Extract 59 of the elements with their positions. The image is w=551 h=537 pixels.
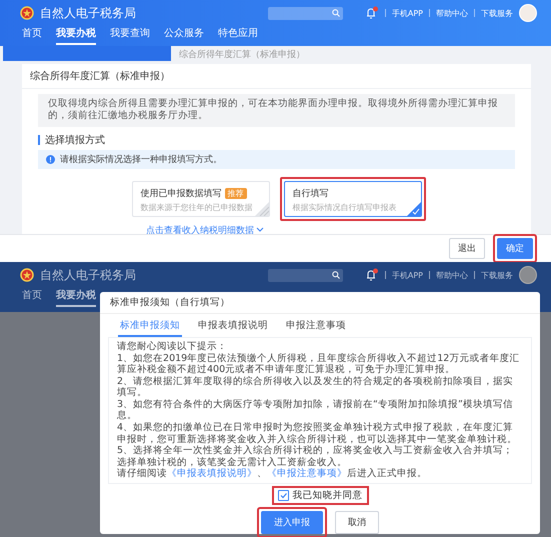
notification-bell-icon[interactable] (364, 6, 379, 20)
notice-text: 仅取得境内综合所得且需要办理汇算申报的，可在本功能界面办理申报。取得境外所得需办理汇算申报的，须前往汇缴地办税服务厅办理。 (38, 94, 515, 127)
section-title: 选择填报方式 (45, 134, 105, 147)
header-link[interactable]: 手机APP (392, 270, 423, 280)
confirm-button[interactable]: 确定 (497, 238, 533, 259)
search-field[interactable] (268, 268, 343, 282)
search-icon (332, 271, 340, 279)
agree-checkbox[interactable]: 我已知晓并同意 (272, 486, 368, 505)
nav-tab[interactable]: 特色应用 (218, 26, 258, 45)
option-card[interactable]: 自行填写 根据实际情况自行填写申报表 (284, 180, 422, 217)
info-text: 请根据实际情况选择一种申报填写方式。 (60, 154, 222, 166)
option-title: 自行填写 (292, 188, 328, 200)
selected-check-icon (406, 202, 420, 216)
dialog-tab[interactable]: 申报注意事项 (284, 317, 348, 337)
recommend-badge: 推荐 (224, 188, 246, 199)
document-link[interactable]: 《申报表填报说明》 (167, 468, 257, 480)
nav-tab[interactable]: 我要办税 (56, 288, 96, 307)
header-link[interactable]: 下载服务 (481, 270, 513, 280)
secondary-button[interactable]: 退出 (449, 238, 485, 259)
user-avatar[interactable] (519, 266, 537, 284)
dialog-title: 标准申报须知（自行填写） (100, 292, 540, 314)
emblem-logo-icon (20, 6, 34, 20)
notice-item: 3、如您有符合条件的大病医疗等专项附加扣除，请报前在“专项附加扣除填报”模块填写信息。 (117, 398, 514, 422)
notification-bell-icon[interactable] (364, 268, 379, 282)
emblem-logo-icon (20, 268, 34, 282)
header-link[interactable]: 手机APP (392, 8, 423, 18)
document-link[interactable]: 《申报注意事项》 (267, 468, 347, 480)
nav-tab[interactable]: 首页 (22, 26, 42, 45)
corner-stripes-icon (254, 202, 268, 216)
notice-item: 2、请您根据汇算年度取得的综合所得收入以及发生的符合规定的各项税前扣除项目，据实填写。 (117, 376, 514, 399)
confirm-button[interactable]: 进入申报 (261, 510, 323, 534)
detail-link[interactable]: 点击查看收入纳税明细数据 (146, 224, 254, 237)
notice-item: 1、如您在2019年度已依法预缴个人所得税，且年度综合所得收入不超过12万元或者年度汇算应补税金额不超过400元或者不申请年度汇算退税，可免于办理汇算申报。 (117, 352, 520, 376)
intro-text: 请您耐心阅读以下提示： (117, 341, 228, 353)
breadcrumb[interactable]: 综合所得年度汇算（标准申报） (179, 48, 305, 60)
notice-item: 4、如果您的扣缴单位已在日常申报时为您按照奖金单独计税方式申报了税款，在年度汇算申报时，您可重新选择将奖金收入并入综合所得计税，也可以选择其中一笔奖金单独计税。 (117, 422, 518, 445)
site-title: 自然人电子税务局 (40, 266, 136, 284)
option-title: 使用已申报数据填写 (140, 188, 222, 200)
chevron-down-icon[interactable] (256, 227, 264, 234)
option-description: 数据来源于您往年的已申报数据 (140, 202, 254, 213)
checkbox-icon[interactable] (278, 490, 288, 501)
nav-tab[interactable]: 我要查询 (110, 26, 150, 45)
notice-item: 5、选择将全年一次性奖金并入综合所得计税的，应将奖金收入与工资薪金收入合并填写；选择单独计税的，该笔奖金无需计入工资薪金收入。 (117, 445, 514, 468)
info-icon (46, 154, 55, 164)
header-link[interactable]: 下载服务 (481, 8, 513, 18)
search-icon (332, 9, 340, 17)
header-link[interactable]: 帮助中心 (436, 270, 468, 280)
header-link[interactable]: 帮助中心 (436, 8, 468, 18)
secondary-button[interactable]: 取消 (335, 510, 379, 534)
dialog-tab[interactable]: 申报表填报说明 (196, 317, 270, 337)
option-card[interactable]: 使用已申报数据填写 推荐 数据来源于您往年的已申报数据 (132, 180, 270, 217)
card-title: 综合所得年度汇算（标准申报） (22, 64, 531, 89)
search-field[interactable] (268, 6, 343, 20)
dialog-tab[interactable]: 标准申报须知 (118, 317, 182, 337)
closing-text: 请仔细阅读《申报表填报说明》、《申报注意事项》后进入正式申报。 (117, 468, 428, 480)
option-description: 根据实际情况自行填写申报表 (292, 202, 398, 213)
nav-tab[interactable]: 首页 (22, 288, 42, 307)
site-title: 自然人电子税务局 (40, 4, 136, 22)
nav-tab[interactable]: 公众服务 (164, 26, 204, 45)
